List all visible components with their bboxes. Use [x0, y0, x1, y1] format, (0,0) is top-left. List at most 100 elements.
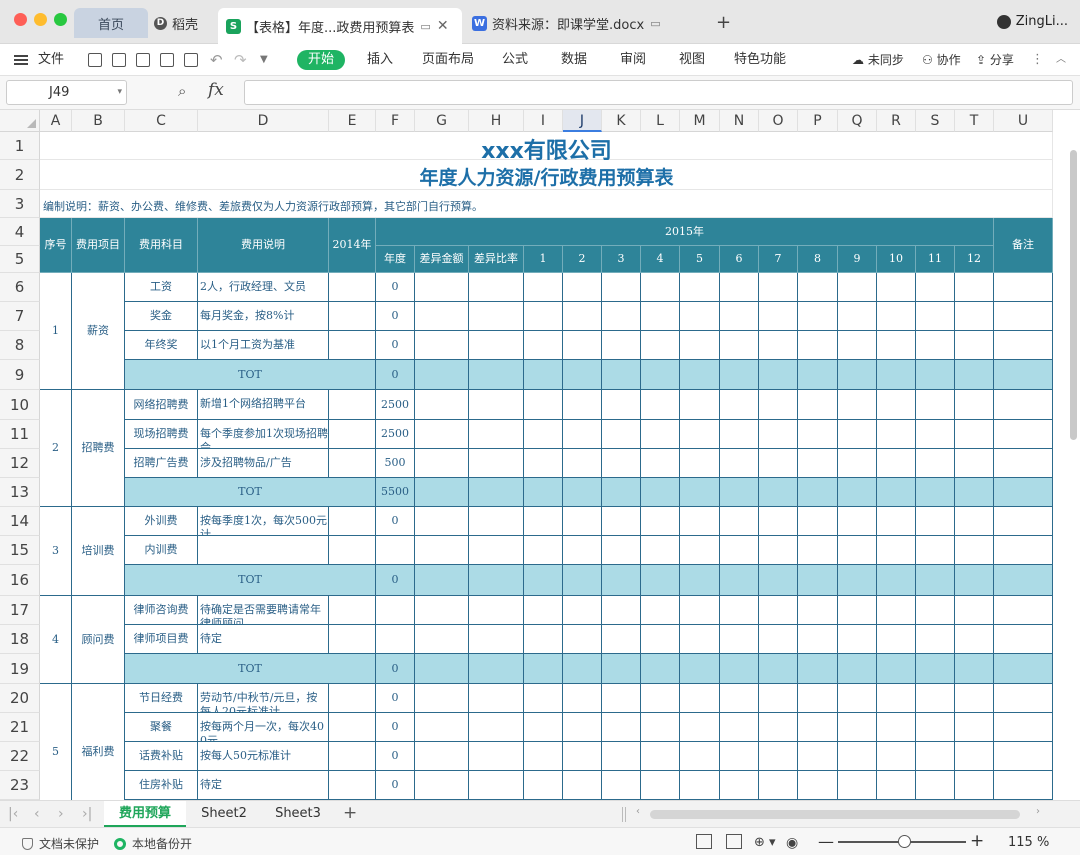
total-value-cell[interactable]: 5500	[376, 478, 415, 507]
value-cell[interactable]	[563, 771, 602, 800]
value-cell[interactable]	[469, 596, 524, 625]
value-cell[interactable]	[720, 507, 759, 536]
value-cell[interactable]	[641, 390, 680, 420]
new-tab-button[interactable]: +	[716, 12, 731, 33]
value-cell[interactable]	[641, 302, 680, 331]
value-cell[interactable]	[759, 331, 798, 360]
row-header-9[interactable]: 9	[0, 360, 40, 390]
sync-status[interactable]: ☁ 未同步	[852, 44, 904, 76]
value-cell[interactable]	[524, 331, 563, 360]
total-value-cell[interactable]: 0	[376, 360, 415, 390]
value-cell[interactable]	[602, 742, 641, 771]
desc-cell[interactable]: 按每季度1次，每次500元计	[198, 507, 329, 536]
value-cell[interactable]	[798, 713, 838, 742]
total-row-cell[interactable]	[994, 654, 1053, 684]
name-box[interactable]: J49 ▾	[6, 80, 127, 105]
scroll-left-icon[interactable]: ‹	[636, 806, 640, 817]
total-label-cell[interactable]: TOT	[125, 654, 376, 684]
total-row-cell[interactable]	[680, 478, 720, 507]
value-cell[interactable]	[641, 771, 680, 800]
value-cell[interactable]	[680, 507, 720, 536]
column-header-r[interactable]: R	[877, 110, 916, 132]
value-cell[interactable]	[720, 273, 759, 302]
spreadsheet-grid[interactable]: A B C D E F G H I J K L M N O P Q R S T U 1 2 3 4 5 6 7 8 9 10 11 12 13 14…	[0, 110, 1080, 800]
total-row-cell[interactable]	[680, 360, 720, 390]
value-cell[interactable]	[720, 684, 759, 713]
header-month-5[interactable]: 5	[680, 246, 720, 273]
value-cell[interactable]	[415, 625, 469, 654]
scroll-splitter[interactable]	[622, 807, 626, 822]
desc-cell[interactable]: 劳动节/中秋节/元旦，按每人20元标准计	[198, 684, 329, 713]
column-header-o[interactable]: O	[759, 110, 798, 132]
value-cell[interactable]	[798, 771, 838, 800]
row-header-12[interactable]: 12	[0, 449, 40, 478]
first-sheet-icon[interactable]: |‹	[8, 806, 18, 822]
value-cell[interactable]	[916, 302, 955, 331]
total-row-cell[interactable]	[720, 360, 759, 390]
scroll-right-icon[interactable]: ›	[1036, 806, 1040, 817]
value-cell[interactable]	[994, 713, 1053, 742]
zoom-level[interactable]: 115 %	[1008, 835, 1049, 850]
value-cell[interactable]	[838, 390, 877, 420]
row-header-22[interactable]: 22	[0, 742, 40, 771]
value-cell[interactable]	[877, 625, 916, 654]
function-icon[interactable]: fx	[208, 80, 224, 100]
value-cell[interactable]	[994, 273, 1053, 302]
menu-review[interactable]: 审阅	[620, 44, 646, 76]
value-cell[interactable]	[563, 742, 602, 771]
column-header-h[interactable]: H	[469, 110, 524, 132]
value-cell[interactable]	[415, 449, 469, 478]
value-cell[interactable]	[469, 420, 524, 449]
total-row-cell[interactable]	[916, 478, 955, 507]
subject-cell[interactable]: 现场招聘费	[125, 420, 198, 449]
total-row-cell[interactable]	[415, 478, 469, 507]
value-cell[interactable]	[759, 713, 798, 742]
value-cell[interactable]	[415, 536, 469, 565]
value-cell[interactable]	[759, 742, 798, 771]
value-cell[interactable]	[916, 420, 955, 449]
value-cell[interactable]	[759, 449, 798, 478]
value-cell[interactable]	[916, 536, 955, 565]
total-row-cell[interactable]	[524, 565, 563, 596]
annual-cell[interactable]: 0	[376, 684, 415, 713]
header-item[interactable]: 费用项目	[72, 218, 125, 273]
value-cell[interactable]	[916, 625, 955, 654]
value-cell[interactable]	[877, 390, 916, 420]
total-row-cell[interactable]	[602, 478, 641, 507]
group-seq-cell[interactable]: 3	[40, 507, 72, 596]
total-row-cell[interactable]	[720, 654, 759, 684]
more-options-icon[interactable]: ⋮	[1031, 44, 1044, 76]
total-row-cell[interactable]	[759, 478, 798, 507]
value-cell[interactable]	[759, 273, 798, 302]
value-cell[interactable]	[838, 713, 877, 742]
header-remark[interactable]: 备注	[994, 218, 1053, 273]
close-tab-icon[interactable]: ✕	[437, 18, 449, 34]
subject-cell[interactable]: 工资	[125, 273, 198, 302]
total-row-cell[interactable]	[798, 565, 838, 596]
value-cell[interactable]	[524, 273, 563, 302]
row-header-2[interactable]: 2	[0, 160, 40, 190]
desc-cell[interactable]: 以1个月工资为基准	[198, 331, 329, 360]
value-cell[interactable]	[838, 449, 877, 478]
value-cell[interactable]	[877, 771, 916, 800]
annual-cell[interactable]	[376, 596, 415, 625]
row-header-15[interactable]: 15	[0, 536, 40, 565]
header-month-4[interactable]: 4	[641, 246, 680, 273]
header-2015[interactable]: 2015年	[376, 218, 994, 246]
value-cell[interactable]	[877, 331, 916, 360]
value-cell[interactable]	[916, 596, 955, 625]
value-cell[interactable]	[641, 449, 680, 478]
value-cell[interactable]	[680, 771, 720, 800]
row-header-7[interactable]: 7	[0, 302, 40, 331]
sheet-tab-3[interactable]: Sheet3	[262, 801, 334, 827]
value-cell[interactable]	[720, 596, 759, 625]
value-cell[interactable]	[720, 449, 759, 478]
value-cell[interactable]	[955, 713, 994, 742]
value-cell[interactable]	[469, 684, 524, 713]
prev-sheet-icon[interactable]: ‹	[34, 806, 40, 822]
tab-daoke[interactable]: D 稻壳	[152, 8, 214, 38]
value-cell[interactable]	[680, 596, 720, 625]
desc-cell[interactable]: 待定	[198, 771, 329, 800]
subject-cell[interactable]: 招聘广告费	[125, 449, 198, 478]
eye-protection-icon[interactable]: ◉	[786, 835, 798, 851]
